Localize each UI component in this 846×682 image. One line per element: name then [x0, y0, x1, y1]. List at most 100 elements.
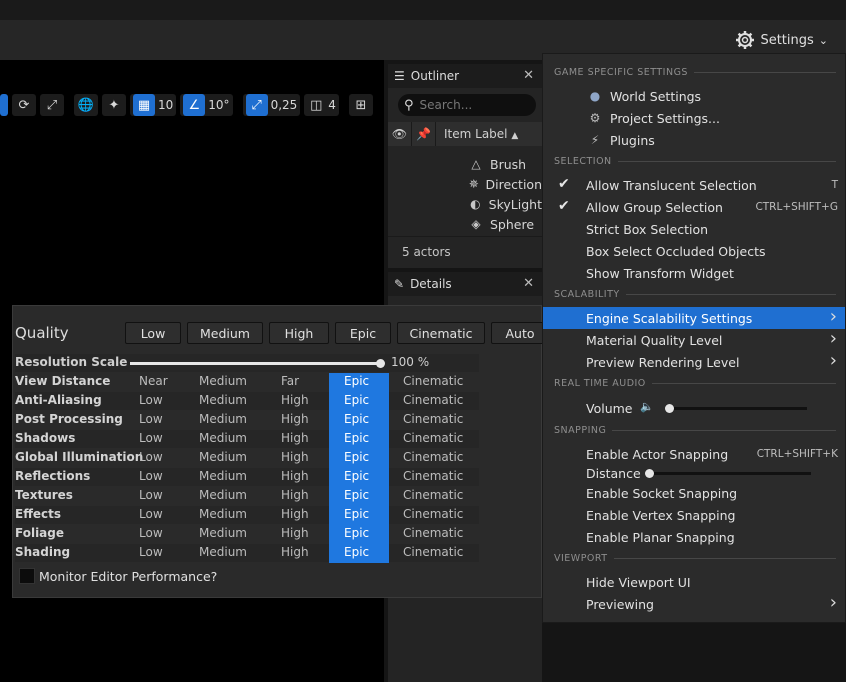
quality-level-cell[interactable]: High	[281, 545, 309, 559]
volume-slider[interactable]	[665, 404, 807, 413]
quality-level-cell[interactable]: Cinematic	[403, 450, 463, 464]
volume-handle[interactable]	[665, 404, 674, 413]
grid-snap-button[interactable]: ▦ 10	[130, 94, 177, 116]
quality-level-cell[interactable]: Low	[139, 450, 163, 464]
quality-level-cell[interactable]: High	[281, 469, 309, 483]
enable-socket-snapping-item[interactable]: Enable Socket Snapping	[543, 482, 845, 504]
scale-snap-button[interactable]: ⤢ 0,25	[242, 94, 301, 116]
snap-distance-slider[interactable]	[645, 469, 811, 478]
quality-level-cell[interactable]: Epic	[329, 449, 389, 468]
world-local-toggle[interactable]: 🌐	[74, 94, 98, 116]
quality-level-cell[interactable]: Medium	[199, 450, 247, 464]
resolution-scale-handle[interactable]	[376, 359, 385, 368]
quality-level-cell[interactable]: Medium	[199, 431, 247, 445]
quality-level-cell[interactable]: Cinematic	[403, 374, 463, 388]
menu-item-box-select-occluded-objects[interactable]: Box Select Occluded Objects	[543, 240, 845, 262]
monitor-performance-checkbox[interactable]	[19, 568, 35, 584]
outliner-row[interactable]: △ Brush	[388, 154, 542, 174]
quality-level-cell[interactable]: Medium	[199, 545, 247, 559]
snap-distance-handle[interactable]	[645, 469, 654, 478]
quality-level-cell[interactable]: Far	[281, 374, 299, 388]
quality-level-cell[interactable]: Cinematic	[403, 488, 463, 502]
quality-level-cell[interactable]: Epic	[329, 373, 389, 392]
close-icon[interactable]: ✕	[523, 68, 534, 83]
settings-button[interactable]: Settings ⌄	[735, 29, 828, 51]
quality-level-cell[interactable]: Cinematic	[403, 526, 463, 540]
quality-level-cell[interactable]: Epic	[329, 411, 389, 430]
quality-level-cell[interactable]: Cinematic	[403, 431, 463, 445]
quality-level-cell[interactable]: Low	[139, 393, 163, 407]
quality-level-cell[interactable]: High	[281, 412, 309, 426]
quality-level-cell[interactable]: High	[281, 431, 309, 445]
quality-level-cell[interactable]: Epic	[329, 430, 389, 449]
quality-level-cell[interactable]: Cinematic	[403, 507, 463, 521]
rotate-mode-button[interactable]: ⟳	[12, 94, 36, 116]
quality-level-cell[interactable]: Epic	[329, 544, 389, 563]
menu-item-previewing[interactable]: Previewing ›	[543, 592, 845, 615]
quality-level-cell[interactable]: Epic	[329, 487, 389, 506]
quality-level-cell[interactable]: High	[281, 450, 309, 464]
quality-high-button[interactable]: High	[269, 322, 329, 344]
menu-item-preview-rendering-level[interactable]: Preview Rendering Level ›	[543, 350, 845, 373]
quality-level-cell[interactable]: Epic	[329, 392, 389, 411]
translate-mode-button[interactable]	[0, 94, 8, 116]
monitor-performance-row[interactable]: Monitor Editor Performance?	[19, 568, 217, 584]
menu-item-strict-box-selection[interactable]: Strict Box Selection	[543, 218, 845, 240]
menu-item-allow-translucent-selection[interactable]: ✔ Allow Translucent Selection T	[543, 174, 845, 196]
quality-level-cell[interactable]: High	[281, 526, 309, 540]
outliner-row[interactable]: ◐ SkyLight	[388, 194, 542, 214]
pin-column[interactable]: 📌	[412, 122, 436, 146]
quality-level-cell[interactable]: Medium	[199, 374, 247, 388]
quality-low-button[interactable]: Low	[125, 322, 181, 344]
quality-level-cell[interactable]: Epic	[329, 506, 389, 525]
outliner-row[interactable]: ◈ Sphere	[388, 214, 542, 234]
details-tab[interactable]: ✎ Details ✕	[388, 272, 542, 296]
quality-level-cell[interactable]: Medium	[199, 393, 247, 407]
quality-auto-button[interactable]: Auto	[491, 322, 549, 344]
visibility-column[interactable]: 👁	[388, 122, 412, 146]
quality-level-cell[interactable]: Medium	[199, 507, 247, 521]
menu-item-engine-scalability-settings[interactable]: Engine Scalability Settings ›	[543, 306, 845, 329]
close-icon[interactable]: ✕	[523, 276, 534, 291]
resolution-scale-slider[interactable]	[130, 359, 385, 368]
outliner-search[interactable]: ⚲ Search...	[398, 94, 536, 116]
menu-item-world-settings[interactable]: ● World Settings	[543, 85, 845, 107]
surface-snap-button[interactable]: ✦	[102, 94, 126, 116]
quality-level-cell[interactable]: Cinematic	[403, 469, 463, 483]
quality-level-cell[interactable]: Cinematic	[403, 393, 463, 407]
quality-level-cell[interactable]: High	[281, 393, 309, 407]
menu-item-allow-group-selection[interactable]: ✔ Allow Group Selection CTRL+SHIFT+G	[543, 196, 845, 218]
outliner-row[interactable]: ✵ Direction	[388, 174, 542, 194]
quality-level-cell[interactable]: High	[281, 488, 309, 502]
quality-level-cell[interactable]: Epic	[329, 468, 389, 487]
quality-medium-button[interactable]: Medium	[187, 322, 263, 344]
menu-item-plugins[interactable]: ⚡ Plugins	[543, 129, 845, 151]
quality-level-cell[interactable]: Medium	[199, 469, 247, 483]
quality-level-cell[interactable]: Low	[139, 545, 163, 559]
quality-level-cell[interactable]: Low	[139, 412, 163, 426]
scale-mode-button[interactable]: ⤢	[40, 94, 64, 116]
quality-level-cell[interactable]: Near	[139, 374, 168, 388]
quality-level-cell[interactable]: Cinematic	[403, 412, 463, 426]
menu-item-hide-viewport-ui[interactable]: Hide Viewport UI	[543, 571, 845, 593]
viewport-layout-button[interactable]: ⊞	[348, 94, 373, 116]
quality-level-cell[interactable]: Medium	[199, 488, 247, 502]
item-label-column[interactable]: Item Label ▲	[436, 127, 518, 141]
camera-speed-button[interactable]: ◫ 4	[304, 94, 339, 116]
quality-level-cell[interactable]: Low	[139, 431, 163, 445]
quality-level-cell[interactable]: Epic	[329, 525, 389, 544]
quality-level-cell[interactable]: Medium	[199, 526, 247, 540]
speaker-muted-icon[interactable]: 🔈	[640, 400, 654, 413]
quality-cinematic-button[interactable]: Cinematic	[397, 322, 485, 344]
menu-item-show-transform-widget[interactable]: Show Transform Widget	[543, 262, 845, 284]
quality-level-cell[interactable]: Low	[139, 488, 163, 502]
menu-item-material-quality-level[interactable]: Material Quality Level ›	[543, 328, 845, 351]
rotation-snap-button[interactable]: ∠ 10°	[180, 94, 233, 116]
enable-vertex-snapping-item[interactable]: Enable Vertex Snapping	[543, 504, 845, 526]
quality-level-cell[interactable]: Low	[139, 526, 163, 540]
quality-level-cell[interactable]: High	[281, 507, 309, 521]
quality-level-cell[interactable]: Low	[139, 469, 163, 483]
menu-item-project-settings[interactable]: ⚙ Project Settings...	[543, 107, 845, 129]
quality-level-cell[interactable]: Low	[139, 507, 163, 521]
outliner-tab[interactable]: ☰ Outliner ✕	[388, 64, 542, 88]
